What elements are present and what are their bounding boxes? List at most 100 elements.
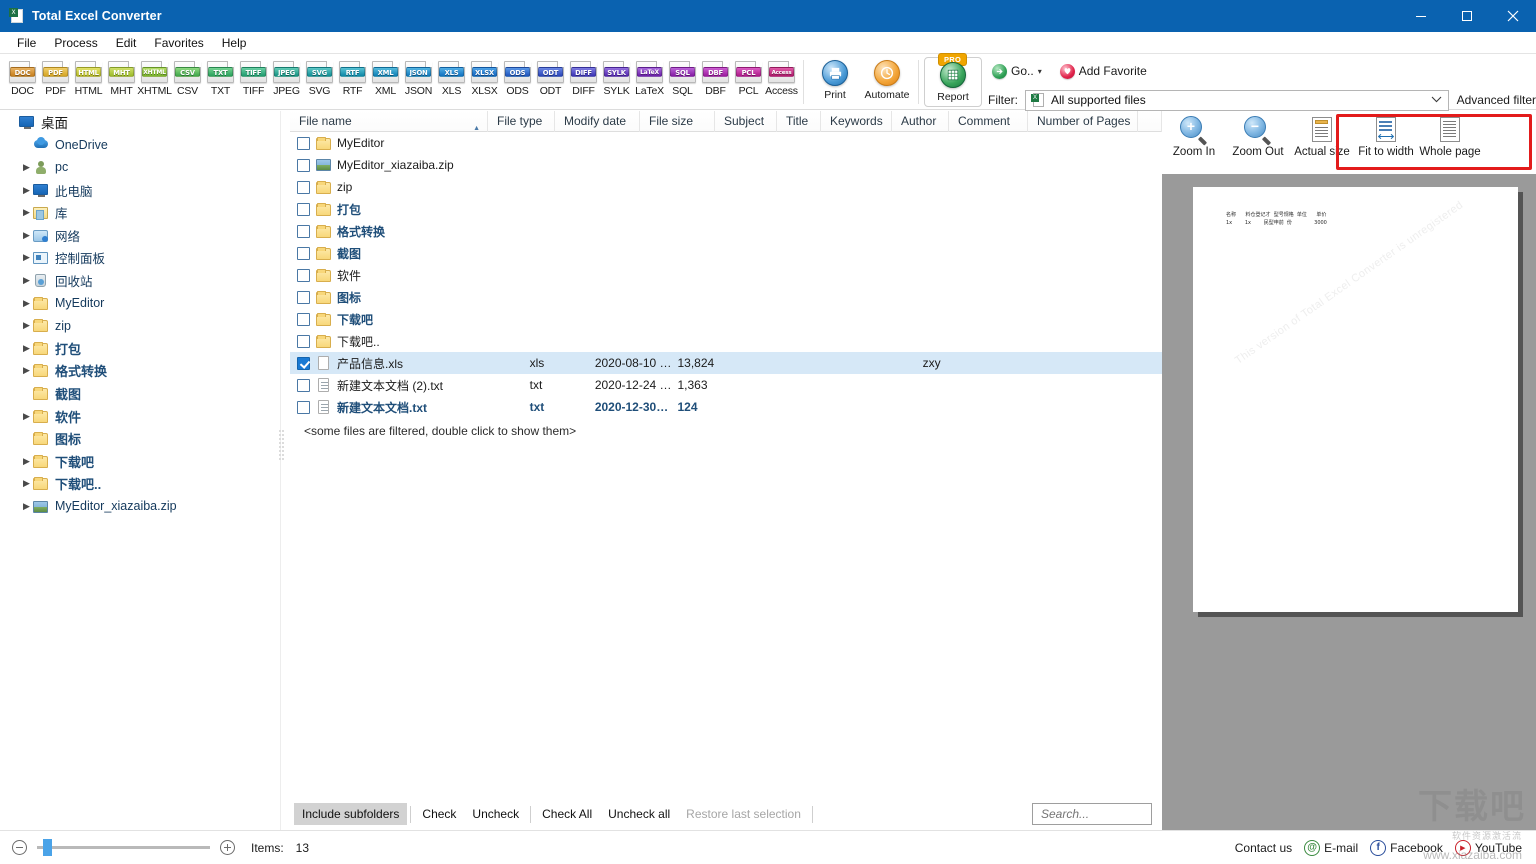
row-checkbox[interactable] bbox=[297, 378, 310, 392]
filtered-files-note[interactable]: <some files are filtered, double click t… bbox=[290, 418, 1162, 438]
zoom-slider-knob[interactable] bbox=[43, 839, 52, 856]
facebook-icon[interactable]: f bbox=[1370, 839, 1387, 856]
tree-item-6[interactable]: ▶ 控制面板 bbox=[0, 247, 280, 270]
format-button-rtf[interactable]: RTF RTF bbox=[336, 58, 369, 97]
table-row[interactable]: MyEditor_xiazaiba.zip bbox=[290, 154, 1162, 176]
format-button-sylk[interactable]: SYLK SYLK bbox=[600, 58, 633, 97]
format-button-csv[interactable]: CSV CSV bbox=[171, 58, 204, 97]
row-checkbox[interactable] bbox=[297, 400, 310, 414]
check-button[interactable]: Check bbox=[414, 803, 464, 825]
row-checkbox[interactable] bbox=[297, 356, 310, 370]
expand-arrow-icon[interactable]: ▶ bbox=[20, 252, 33, 263]
folder-tree[interactable]: 桌面 OneDrive ▶ pc ▶ 此电脑 ▶ 库 ▶ 网络 ▶ 控制面板 ▶ 回收站 ▶ MyEditor… bbox=[0, 111, 281, 830]
maximize-button[interactable] bbox=[1444, 0, 1490, 32]
include-subfolders-button[interactable]: Include subfolders bbox=[294, 803, 408, 825]
format-button-ods[interactable]: ODS ODS bbox=[501, 58, 534, 97]
tree-item-10[interactable]: ▶ 打包 bbox=[0, 337, 280, 360]
table-row[interactable]: 新建文本文档 (2).txt txt 2020-12-24 … 1,363 bbox=[290, 374, 1162, 396]
close-button[interactable] bbox=[1490, 0, 1536, 32]
tree-item-2[interactable]: ▶ pc bbox=[0, 156, 280, 179]
format-button-doc[interactable]: DOC DOC bbox=[6, 58, 39, 97]
format-button-json[interactable]: JSON JSON bbox=[402, 58, 435, 97]
uncheck-button[interactable]: Uncheck bbox=[464, 803, 527, 825]
chevron-down-icon[interactable] bbox=[1431, 95, 1442, 105]
format-button-html[interactable]: HTML HTML bbox=[72, 58, 105, 97]
column-header-pages[interactable]: Number of Pages bbox=[1028, 111, 1138, 132]
column-header-size[interactable]: File size bbox=[640, 111, 715, 132]
table-row[interactable]: 新建文本文档.txt txt 2020-12-30… 124 bbox=[290, 396, 1162, 418]
expand-arrow-icon[interactable]: ▶ bbox=[20, 411, 33, 422]
zoom-slider[interactable] bbox=[37, 839, 210, 856]
table-row[interactable]: 软件 bbox=[290, 264, 1162, 286]
document-preview-area[interactable]: 名称 料仓登记才 型号规格 单位 单价 1x 1x 民型申前 份 3000 Th… bbox=[1162, 174, 1536, 830]
menu-item-edit[interactable]: Edit bbox=[107, 34, 146, 52]
row-checkbox[interactable] bbox=[297, 290, 310, 304]
table-row[interactable]: MyEditor bbox=[290, 132, 1162, 154]
format-button-sql[interactable]: SQL SQL bbox=[666, 58, 699, 97]
fit-to-width-button[interactable]: Fit to width bbox=[1354, 116, 1418, 158]
format-button-txt[interactable]: TXT TXT bbox=[204, 58, 237, 97]
tree-item-13[interactable]: ▶ 软件 bbox=[0, 405, 280, 428]
column-header-keywords[interactable]: Keywords bbox=[821, 111, 892, 132]
expand-arrow-icon[interactable]: ▶ bbox=[20, 185, 33, 196]
row-checkbox[interactable] bbox=[297, 312, 310, 326]
tree-item-12[interactable]: 截图 bbox=[0, 382, 280, 405]
format-button-dbf[interactable]: DBF DBF bbox=[699, 58, 732, 97]
tree-item-5[interactable]: ▶ 网络 bbox=[0, 224, 280, 247]
row-checkbox[interactable] bbox=[297, 224, 310, 238]
table-row[interactable]: 打包 bbox=[290, 198, 1162, 220]
format-button-xls[interactable]: XLS XLS bbox=[435, 58, 468, 97]
tree-item-17[interactable]: ▶ MyEditor_xiazaiba.zip bbox=[0, 495, 280, 518]
column-header-name[interactable]: File name ▲ bbox=[290, 111, 488, 132]
expand-arrow-icon[interactable]: ▶ bbox=[20, 275, 33, 286]
add-favorite-button[interactable]: Add Favorite bbox=[1056, 63, 1151, 80]
column-header-date[interactable]: Modify date bbox=[555, 111, 640, 132]
facebook-label[interactable]: Facebook bbox=[1390, 841, 1443, 855]
expand-arrow-icon[interactable]: ▶ bbox=[20, 478, 33, 489]
expand-arrow-icon[interactable]: ▶ bbox=[20, 207, 33, 218]
format-button-pdf[interactable]: PDF PDF bbox=[39, 58, 72, 97]
youtube-icon[interactable]: ▶ bbox=[1454, 839, 1471, 856]
row-checkbox[interactable] bbox=[297, 246, 310, 260]
tree-item-11[interactable]: ▶ 格式转换 bbox=[0, 360, 280, 383]
table-row[interactable]: 截图 bbox=[290, 242, 1162, 264]
expand-arrow-icon[interactable]: ▶ bbox=[20, 230, 33, 241]
row-checkbox[interactable] bbox=[297, 180, 310, 194]
column-header-comment[interactable]: Comment bbox=[949, 111, 1028, 132]
table-row[interactable]: 下载吧 bbox=[290, 308, 1162, 330]
format-button-tiff[interactable]: TIFF TIFF bbox=[237, 58, 270, 97]
zoom-minus-icon[interactable] bbox=[12, 840, 27, 855]
row-checkbox[interactable] bbox=[297, 136, 310, 150]
menu-item-help[interactable]: Help bbox=[213, 34, 256, 52]
format-button-access[interactable]: Access Access bbox=[765, 58, 798, 97]
whole-page-button[interactable]: Whole page bbox=[1418, 116, 1482, 158]
advanced-filter-link[interactable]: Advanced filter bbox=[1457, 93, 1536, 107]
filter-select[interactable]: X All supported files bbox=[1025, 89, 1449, 111]
zoom-plus-icon[interactable] bbox=[220, 840, 235, 855]
column-header-subject[interactable]: Subject bbox=[715, 111, 777, 132]
go-button[interactable]: Go.. ▾ bbox=[988, 63, 1046, 80]
format-button-diff[interactable]: DIFF DIFF bbox=[567, 58, 600, 97]
file-list[interactable]: File name ▲ File type Modify date File size S… bbox=[290, 111, 1162, 798]
menu-item-favorites[interactable]: Favorites bbox=[145, 34, 212, 52]
email-icon[interactable]: @ bbox=[1304, 839, 1321, 856]
tree-item-8[interactable]: ▶ MyEditor bbox=[0, 292, 280, 315]
tree-item-3[interactable]: ▶ 此电脑 bbox=[0, 179, 280, 202]
youtube-label[interactable]: YouTube bbox=[1475, 841, 1522, 855]
expand-arrow-icon[interactable]: ▶ bbox=[20, 320, 33, 331]
format-button-xlsx[interactable]: XLSX XLSX bbox=[468, 58, 501, 97]
format-button-odt[interactable]: ODT ODT bbox=[534, 58, 567, 97]
tree-splitter[interactable] bbox=[279, 430, 285, 490]
tree-item-15[interactable]: ▶ 下载吧 bbox=[0, 450, 280, 473]
tree-item-14[interactable]: 图标 bbox=[0, 427, 280, 450]
actual-size-button[interactable]: Actual size bbox=[1290, 116, 1354, 158]
chevron-down-icon[interactable]: ▾ bbox=[1038, 67, 1042, 76]
row-checkbox[interactable] bbox=[297, 202, 310, 216]
format-button-xhtml[interactable]: XHTML XHTML bbox=[137, 58, 172, 97]
automate-button[interactable]: Automate bbox=[861, 58, 913, 101]
expand-arrow-icon[interactable]: ▶ bbox=[20, 162, 33, 173]
column-header-type[interactable]: File type bbox=[488, 111, 555, 132]
tree-item-9[interactable]: ▶ zip bbox=[0, 314, 280, 337]
search-input[interactable] bbox=[1039, 806, 1151, 822]
table-row[interactable]: 产品信息.xls xls 2020-08-10 … 13,824 zxy bbox=[290, 352, 1162, 374]
